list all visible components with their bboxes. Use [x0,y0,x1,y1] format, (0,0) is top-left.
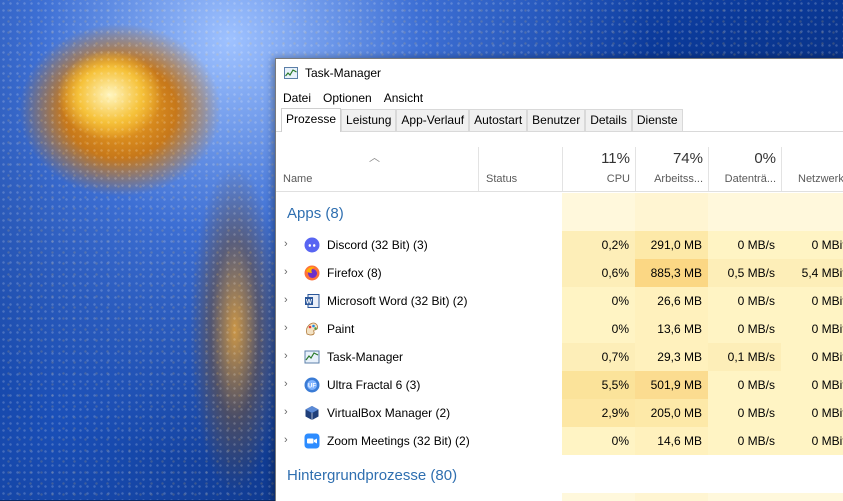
group-title-apps: Apps (8) [287,205,344,222]
firefox-icon [304,265,320,281]
tab-strip: Prozesse Leistung App-Verlauf Autostart … [276,108,843,132]
cpu-value: 0% [562,315,635,343]
disk-value: 0,5 MB/s [708,259,781,287]
process-list: Apps (8) › Discord (32 Bit) (3) 0,2% 291… [276,193,843,493]
disk-value: 0 MB/s [708,315,781,343]
discord-icon [304,237,320,253]
network-value: 0 MBit/s [781,343,843,371]
tab-details[interactable]: Details [585,109,632,131]
chevron-right-icon[interactable]: › [284,350,288,362]
cpu-value: 0% [562,287,635,315]
header-cpu[interactable]: 11% CPU [562,147,636,191]
tab-prozesse[interactable]: Prozesse [281,108,342,132]
menu-optionen[interactable]: Optionen [318,89,379,107]
chevron-right-icon[interactable]: › [284,406,288,418]
network-value: 0 MBit/s [781,287,843,315]
tab-leistung[interactable]: Leistung [341,109,397,131]
window-title: Task-Manager [305,66,382,80]
process-row[interactable]: › VirtualBox Manager (2) 2,9% 205,0 MB 0… [276,399,843,427]
memory-value: 13,6 MB [635,315,708,343]
process-row[interactable]: › UF Ultra Fractal 6 (3) 5,5% 501,9 MB 0… [276,371,843,399]
cpu-value: 0,6% [562,259,635,287]
memory-value: 205,0 MB [635,399,708,427]
tab-autostart[interactable]: Autostart [469,109,528,131]
header-status[interactable]: Status [478,147,563,191]
header-memory[interactable]: 74% Arbeitss... [635,147,709,191]
group-background[interactable]: Hintergrundprozesse (80) [276,455,843,493]
chevron-right-icon[interactable]: › [284,266,288,278]
process-name: Discord (32 Bit) (3) [327,238,428,252]
taskmanager-icon [304,350,320,364]
menu-ansicht[interactable]: Ansicht [379,89,430,107]
process-row[interactable]: › Firefox (8) 0,6% 885,3 MB 0,5 MB/s 5,4… [276,259,843,287]
memory-value: 885,3 MB [635,259,708,287]
cpu-value: 0% [562,427,635,455]
group-apps[interactable]: Apps (8) [276,193,843,231]
task-manager-window: Task-Manager Datei Optionen Ansicht Proz… [275,58,843,501]
process-row[interactable]: › Discord (32 Bit) (3) 0,2% 291,0 MB 0 M… [276,231,843,259]
tab-app-verlauf[interactable]: App-Verlauf [396,109,470,131]
process-name: Paint [327,322,355,336]
cpu-value: 0,7% [562,343,635,371]
zoom-icon [304,433,320,449]
process-name: Ultra Fractal 6 (3) [327,378,421,392]
memory-value: 14,6 MB [635,427,708,455]
disk-value: 0 MB/s [708,399,781,427]
column-header: ︿ Name Status 11% CPU 74% Arbeitss... 0%… [276,147,843,192]
tab-dienste[interactable]: Dienste [631,109,683,131]
disk-value: 0 MB/s [708,427,781,455]
header-disk[interactable]: 0% Datenträ... [708,147,782,191]
ultrafractal-icon: UF [304,377,320,393]
network-value: 0 MBit/s [781,399,843,427]
memory-value: 291,0 MB [635,231,708,259]
cpu-value: 2,9% [562,399,635,427]
process-name: VirtualBox Manager (2) [327,406,451,420]
process-name: Microsoft Word (32 Bit) (2) [327,294,468,308]
word-icon: W [305,294,320,308]
tab-benutzer[interactable]: Benutzer [527,109,586,131]
paint-icon [305,322,319,336]
chevron-right-icon[interactable]: › [284,294,288,306]
chevron-right-icon[interactable]: › [284,322,288,334]
chevron-right-icon[interactable]: › [284,378,288,390]
taskmanager-app-icon [284,67,298,79]
svg-text:UF: UF [308,384,316,390]
chevron-right-icon[interactable]: › [284,238,288,250]
network-value: 0 MBit/s [781,427,843,455]
memory-value: 501,9 MB [635,371,708,399]
disk-value: 0 MB/s [708,231,781,259]
title-bar[interactable]: Task-Manager [276,59,843,87]
memory-value: 29,3 MB [635,343,708,371]
process-row[interactable]: › W Microsoft Word (32 Bit) (2) 0% 26,6 … [276,287,843,315]
process-row[interactable]: › Task-Manager 0,7% 29,3 MB 0,1 MB/s 0 M… [276,343,843,371]
process-row[interactable]: › Zoom Meetings (32 Bit) (2) 0% 14,6 MB … [276,427,843,455]
cpu-value: 5,5% [562,371,635,399]
process-name: Task-Manager [327,350,404,364]
group-title-background: Hintergrundprozesse (80) [287,467,458,484]
process-name: Zoom Meetings (32 Bit) (2) [327,434,470,448]
network-value: 5,4 MBit/s [781,259,843,287]
memory-value: 26,6 MB [635,287,708,315]
cpu-value: 0,2% [562,231,635,259]
svg-text:W: W [306,299,313,306]
network-value: 0 MBit/s [781,315,843,343]
header-name[interactable]: Name [276,147,478,191]
process-row[interactable]: › Paint 0% 13,6 MB 0 MB/s 0 MBit/s [276,315,843,343]
process-name: Firefox (8) [327,266,382,280]
disk-value: 0,1 MB/s [708,343,781,371]
header-network[interactable]: 1% Netzwerk [781,147,843,191]
menu-datei[interactable]: Datei [278,89,318,107]
disk-value: 0 MB/s [708,287,781,315]
network-value: 0 MBit/s [781,371,843,399]
menu-bar: Datei Optionen Ansicht [276,87,843,109]
chevron-right-icon[interactable]: › [284,434,288,446]
virtualbox-icon [305,406,319,420]
disk-value: 0 MB/s [708,371,781,399]
network-value: 0 MBit/s [781,231,843,259]
